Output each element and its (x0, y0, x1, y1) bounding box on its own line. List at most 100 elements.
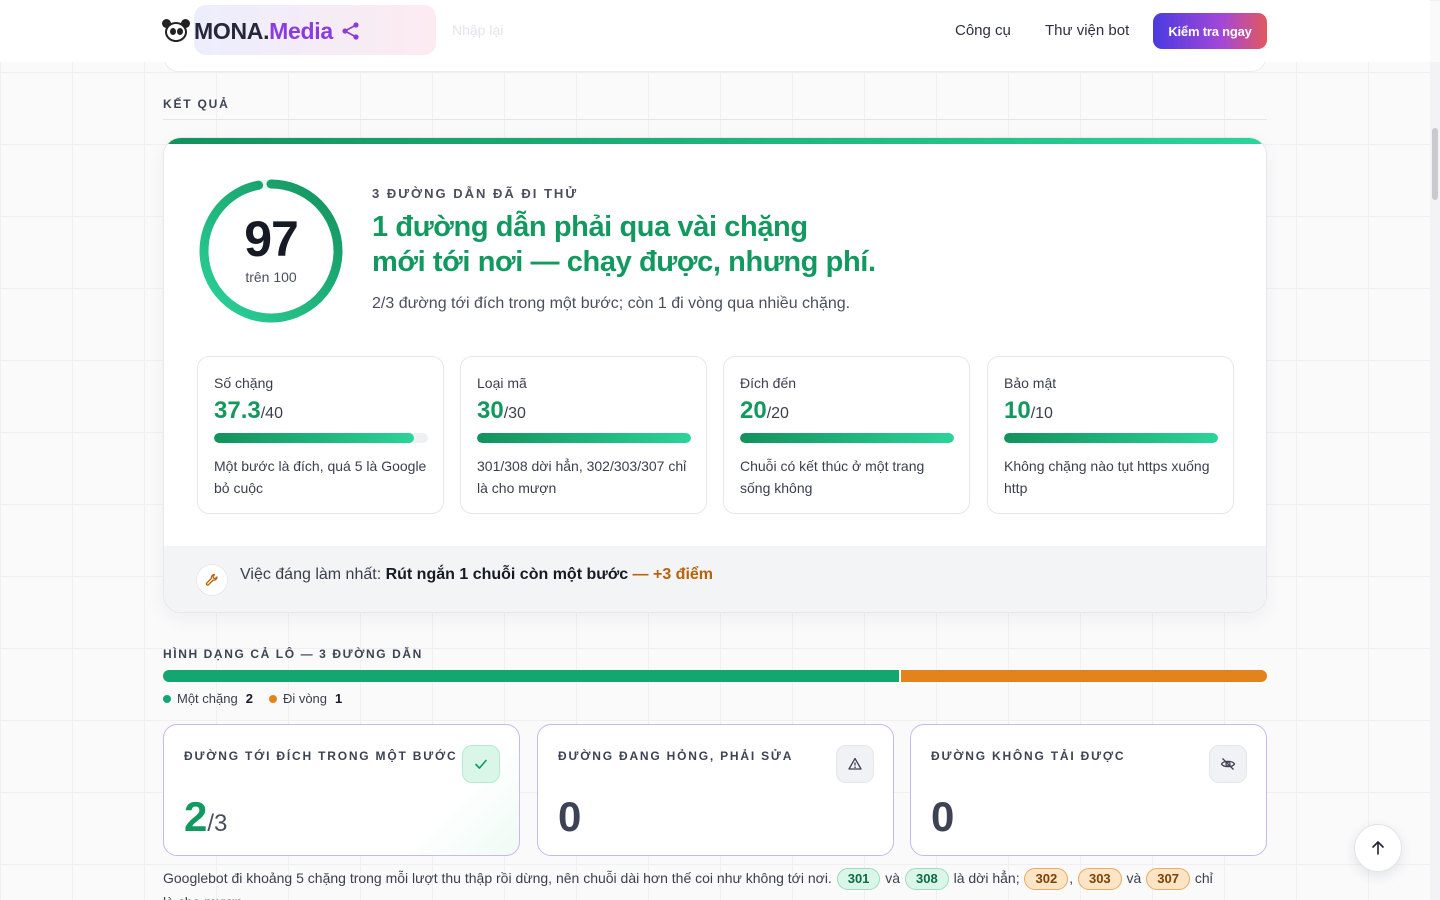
stat-denominator: /3 (207, 810, 228, 837)
legend-label: Một chặng (177, 691, 238, 706)
footnote-text: , (1069, 870, 1077, 886)
metric-progress-fill (214, 433, 414, 443)
metric-description: Chuỗi có kết thúc ở một trang sống không (740, 458, 925, 496)
stat-value: 0 (931, 793, 954, 841)
logo[interactable]: MONA.Media (162, 14, 361, 48)
legend-item-one-hop: Một chặng 2 (163, 691, 253, 706)
wrench-icon (196, 564, 228, 596)
arrow-up-icon (1372, 841, 1384, 855)
warning-icon (836, 745, 874, 783)
metric-description: 301/308 dời hẳn, 302/303/307 chỉ là cho … (477, 458, 687, 496)
metric-value: 10/10 (1004, 397, 1053, 425)
metric-description: Không chặng nào tụt https xuống http (1004, 458, 1210, 496)
metric-card-destination: Đích đến 20/20 Chuỗi có kết thúc ở một t… (723, 356, 970, 514)
stat-value: 2/3 (184, 793, 227, 841)
stat-number: 0 (558, 793, 582, 840)
legend-label: Đi vòng (282, 691, 328, 706)
code-badge-308: 308 (905, 868, 949, 891)
panda-icon (162, 19, 190, 43)
tip-prefix: Việc đáng làm nhất: (240, 566, 386, 583)
logo-text: MONA.Media (194, 18, 333, 45)
metric-progress-fill (740, 433, 954, 443)
stat-card-broken: ĐƯỜNG ĐANG HỎNG, PHẢI SỬA 0 (537, 724, 894, 856)
shape-legend: Một chặng 2 Đi vòng 1 (163, 691, 342, 706)
legend-dot-green (163, 694, 171, 703)
result-divider (163, 119, 1267, 120)
logo-mona: MONA. (194, 17, 270, 44)
metric-value: 30/30 (477, 397, 526, 425)
scroll-to-top-button[interactable] (1354, 824, 1402, 872)
share-icon (342, 22, 359, 40)
ghost-input-text: Nhập lại (452, 22, 504, 38)
stat-card-unloadable: ĐƯỜNG KHÔNG TẢI ĐƯỢC 0 (910, 724, 1267, 856)
metric-label: Loại mã (477, 375, 527, 391)
tip-text: Việc đáng làm nhất: Rút ngắn 1 chuỗi còn… (240, 566, 713, 584)
metric-progress-fill (1004, 433, 1218, 443)
metric-max: /30 (503, 405, 526, 422)
footnote-text: là dời hẳn; (949, 870, 1024, 886)
legend-count: 1 (335, 691, 343, 706)
redirect-footnote: Googlebot đi khoảng 5 chặng trong mỗi lư… (163, 866, 1223, 900)
metric-label: Bảo mật (1004, 375, 1057, 391)
tip-action: Rút ngắn 1 chuỗi còn một bước (385, 566, 629, 583)
result-summary: 2/3 đường tới đích trong một bước; còn 1… (372, 295, 851, 312)
footnote-text: và (881, 870, 904, 886)
metric-score: 10 (1004, 397, 1031, 424)
metric-card-code-type: Loại mã 30/30 301/308 dời hẳn, 302/303/3… (460, 356, 707, 514)
metric-max: /40 (260, 405, 283, 422)
check-icon (462, 745, 500, 783)
stat-label: ĐƯỜNG ĐANG HỎNG, PHẢI SỬA (558, 749, 794, 763)
metric-progress-track (214, 433, 428, 443)
shape-section-label: HÌNH DẠNG CẢ LÔ — 3 ĐƯỜNG DẪN (163, 647, 423, 661)
shape-distribution-bar (163, 670, 1267, 682)
stat-value: 0 (558, 793, 581, 841)
metric-label: Số chặng (214, 375, 274, 391)
stat-card-one-step: ĐƯỜNG TỚI ĐÍCH TRONG MỘT BƯỚC 2/3 (163, 724, 520, 856)
top-action-tip: Việc đáng làm nhất: Rút ngắn 1 chuỗi còn… (164, 546, 1266, 612)
stat-number: 0 (931, 793, 955, 840)
result-accent-bar (164, 138, 1266, 144)
site-header: MONA.Media Nhập lại Công cụ Thư viện bot… (0, 0, 1430, 62)
metric-value: 37.3/40 (214, 397, 283, 425)
metric-score: 37.3 (214, 397, 261, 424)
legend-count: 2 (245, 691, 253, 706)
code-badge-307: 307 (1146, 868, 1190, 891)
metric-score: 20 (740, 397, 767, 424)
score-subtitle: trên 100 (245, 269, 297, 285)
nav-bot-library[interactable]: Thư viện bot (1045, 22, 1129, 39)
shape-segment-detour (899, 670, 1267, 682)
stat-label: ĐƯỜNG TỚI ĐÍCH TRONG MỘT BƯỚC (184, 749, 458, 763)
nav-tools[interactable]: Công cụ (955, 22, 1011, 39)
logo-media: Media (269, 17, 333, 44)
tip-gain: — +3 điểm (628, 566, 714, 583)
metric-progress-track (740, 433, 954, 443)
check-now-button[interactable]: Kiểm tra ngay (1153, 13, 1267, 49)
eye-off-icon (1209, 745, 1247, 783)
metric-card-security: Bảo mật 10/10 Không chặng nào tụt https … (987, 356, 1234, 514)
metric-description: Một bước là đích, quá 5 là Google bỏ cuộ… (214, 458, 427, 496)
headline-line-1: 1 đường dẫn phải qua vài chặng (372, 211, 808, 243)
code-badge-303: 303 (1077, 868, 1122, 891)
footnote-text: và (1122, 870, 1146, 886)
metric-score: 30 (477, 397, 504, 424)
metric-value: 20/20 (740, 397, 789, 425)
result-headline: 1 đường dẫn phải qua vài chặng mới tới n… (372, 210, 932, 280)
legend-dot-orange (268, 694, 277, 703)
footnote-text: Googlebot đi khoảng 5 chặng trong mỗi lư… (163, 870, 836, 886)
result-section-label: KẾT QUẢ (163, 97, 230, 111)
metric-progress-track (1004, 433, 1218, 443)
result-card: 97 trên 100 3 ĐƯỜNG DẪN ĐÃ ĐI THỬ 1 đườn… (163, 137, 1267, 613)
code-badge-302: 302 (1024, 868, 1069, 891)
stat-number: 2 (184, 793, 208, 840)
metric-max: /20 (766, 405, 789, 422)
metric-progress-fill (477, 433, 691, 443)
metric-max: /10 (1030, 405, 1053, 422)
scrollbar-thumb[interactable] (1432, 128, 1438, 200)
score-value: 97 (244, 211, 299, 267)
page-scrollbar[interactable] (1430, 62, 1440, 900)
legend-item-detour: Đi vòng 1 (268, 691, 343, 706)
headline-line-2: mới tới nơi — chạy được, nhưng phí. (372, 246, 876, 278)
tried-paths-label: 3 ĐƯỜNG DẪN ĐÃ ĐI THỬ (372, 186, 579, 201)
metric-progress-track (477, 433, 691, 443)
metric-card-hops: Số chặng 37.3/40 Một bước là đích, quá 5… (197, 356, 444, 514)
